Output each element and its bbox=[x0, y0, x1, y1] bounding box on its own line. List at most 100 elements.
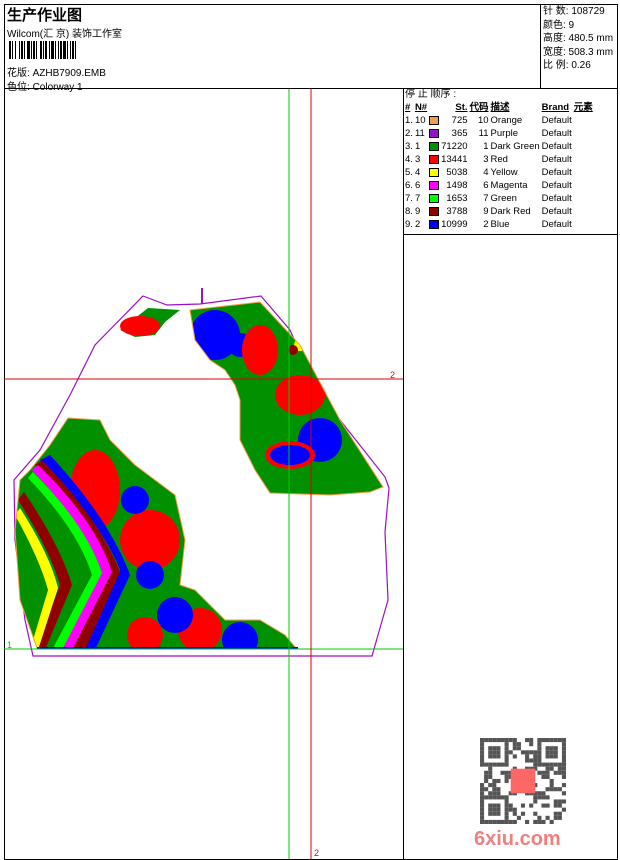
row-index: 2. bbox=[405, 128, 413, 139]
row-index: 5. bbox=[405, 167, 413, 178]
needle-number: 2 bbox=[414, 219, 421, 230]
needle-number: 1 bbox=[414, 141, 421, 152]
color-description: Red bbox=[490, 154, 508, 165]
company-name: Wilcom(汇 京) 装饰工作室 bbox=[7, 29, 122, 40]
color-table: # N# St. 代码 描述 Brand 元素 1. 10 725 10 Orange D… bbox=[404, 101, 594, 231]
col-code: 代码 bbox=[469, 102, 489, 113]
thread-brand: Default bbox=[541, 141, 572, 152]
color-row: 5. 4 5038 4 Yellow Default bbox=[404, 166, 594, 179]
header: 生产作业图 Wilcom(汇 京) 装饰工作室 花版: AZHB7909.EMB… bbox=[4, 4, 618, 93]
thread-brand: Default bbox=[541, 115, 572, 126]
color-description: Magenta bbox=[490, 180, 528, 191]
design-preview: 1 2 2 bbox=[4, 89, 404, 859]
color-description: Dark Red bbox=[490, 206, 531, 217]
color-row: 6. 6 1498 6 Magenta Default bbox=[404, 179, 594, 192]
row-index: 1. bbox=[405, 115, 413, 126]
color-swatch bbox=[429, 180, 440, 190]
thread-brand: Default bbox=[541, 154, 572, 165]
color-row: 3. 1 71220 1 Dark Green Default bbox=[404, 140, 594, 153]
color-row: 2. 11 365 11 Purple Default bbox=[404, 127, 594, 140]
color-description: Green bbox=[490, 193, 517, 204]
divider bbox=[404, 234, 617, 235]
color-description: Blue bbox=[490, 219, 510, 230]
color-row: 7. 7 1653 7 Green Default bbox=[404, 192, 594, 205]
guide-label-2: 2 bbox=[390, 370, 395, 380]
design-width: 宽度: 508.3 mm bbox=[543, 46, 614, 58]
color-code: 11 bbox=[478, 128, 489, 139]
col-index: # bbox=[405, 102, 411, 113]
color-swatch bbox=[429, 193, 440, 203]
color-row: 8. 9 3788 9 Dark Red Default bbox=[404, 205, 594, 218]
needle-number: 10 bbox=[414, 115, 426, 126]
stitch-count: 5038 bbox=[446, 167, 468, 178]
color-description: Purple bbox=[490, 128, 518, 139]
color-row: 4. 3 13441 3 Red Default bbox=[404, 153, 594, 166]
color-code: 6 bbox=[483, 180, 489, 191]
thread-brand: Default bbox=[541, 167, 572, 178]
thread-brand: Default bbox=[541, 180, 572, 191]
stitch-count: 13441 bbox=[441, 154, 468, 165]
col-stitches: St. bbox=[455, 102, 468, 113]
stitch-count: 1653 bbox=[446, 193, 468, 204]
color-code: 7 bbox=[483, 193, 489, 204]
stitch-count: 1498 bbox=[446, 180, 468, 191]
stop-sequence-heading: 停 止 顺序 : bbox=[405, 89, 457, 100]
barcode bbox=[9, 41, 154, 59]
qr-code bbox=[480, 738, 566, 824]
design-file: 花版: AZHB7909.EMB bbox=[7, 64, 106, 79]
stitch-count: 71220 bbox=[441, 141, 468, 152]
stitch-count: 针 数: 108729 bbox=[543, 6, 605, 17]
stitch-count: 365 bbox=[451, 128, 468, 139]
col-needle: N# bbox=[414, 102, 428, 113]
thread-brand: Default bbox=[541, 206, 572, 217]
col-description: 描述 bbox=[490, 102, 510, 113]
thread-brand: Default bbox=[541, 193, 572, 204]
needle-number: 6 bbox=[414, 180, 421, 191]
color-description: Yellow bbox=[490, 167, 518, 178]
color-code: 1 bbox=[483, 141, 489, 152]
thread-brand: Default bbox=[541, 219, 572, 230]
needle-number: 7 bbox=[414, 193, 421, 204]
color-swatch bbox=[429, 167, 440, 177]
col-brand: Brand bbox=[541, 102, 570, 113]
color-swatch bbox=[429, 115, 440, 125]
row-index: 4. bbox=[405, 154, 413, 165]
stitch-count: 10999 bbox=[441, 219, 468, 230]
stitch-count: 725 bbox=[451, 115, 468, 126]
color-swatch bbox=[429, 206, 440, 216]
color-swatch bbox=[429, 141, 440, 151]
needle-number: 4 bbox=[414, 167, 421, 178]
color-row: 1. 10 725 10 Orange Default bbox=[404, 114, 594, 127]
color-swatch bbox=[429, 219, 440, 229]
thread-brand: Default bbox=[541, 128, 572, 139]
color-code: 4 bbox=[483, 167, 489, 178]
row-index: 9. bbox=[405, 219, 413, 230]
design-height: 高度: 480.5 mm bbox=[543, 33, 614, 44]
color-swatch bbox=[429, 128, 440, 138]
needle-number: 9 bbox=[414, 206, 421, 217]
needle-number: 3 bbox=[414, 154, 421, 165]
stop-sequence-panel: 停 止 顺序 : # N# St. 代码 描述 Brand 元素 1. 10 725… bbox=[404, 89, 617, 231]
needle-number: 11 bbox=[414, 128, 425, 139]
guide-label-1: 1 bbox=[7, 640, 12, 650]
color-row: 9. 2 10999 2 Blue Default bbox=[404, 218, 594, 231]
color-swatch bbox=[429, 154, 440, 164]
color-count: 颜色: 9 bbox=[543, 19, 575, 31]
embroidery-design: 1 2 2 bbox=[4, 89, 403, 859]
color-description: Dark Green bbox=[490, 141, 540, 152]
color-code: 9 bbox=[483, 206, 489, 217]
design-stats: 针 数: 108729 颜色: 9 高度: 480.5 mm 宽度: 508.3… bbox=[540, 4, 618, 88]
row-index: 6. bbox=[405, 180, 413, 191]
color-code: 2 bbox=[483, 219, 489, 230]
watermark-logo: 6xiu.com bbox=[474, 828, 561, 850]
color-description: Orange bbox=[490, 115, 523, 126]
page-title: 生产作业图 bbox=[7, 7, 83, 24]
row-index: 7. bbox=[405, 193, 413, 204]
color-code: 10 bbox=[477, 115, 489, 126]
right-piece bbox=[190, 302, 383, 495]
design-scale: 比 例: 0.26 bbox=[543, 60, 591, 71]
row-index: 8. bbox=[405, 206, 413, 217]
row-index: 3. bbox=[405, 141, 413, 152]
col-element: 元素 bbox=[573, 102, 593, 113]
color-code: 3 bbox=[483, 154, 489, 165]
